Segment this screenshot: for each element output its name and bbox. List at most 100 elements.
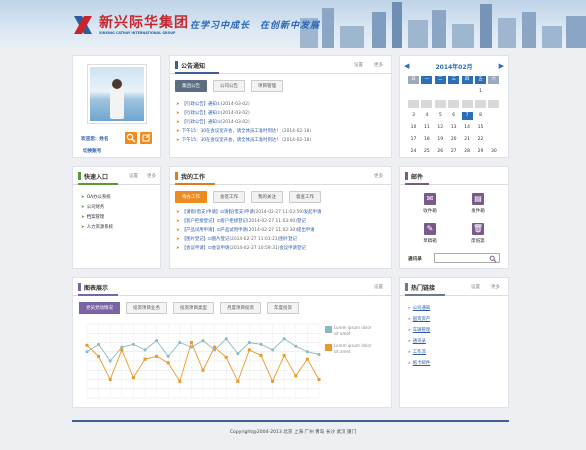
tab-countersign[interactable]: 会签工作: [213, 191, 245, 203]
calendar-day: [488, 112, 499, 120]
calendar-day: [408, 100, 419, 108]
list-item[interactable]: ➤ 下午15：30在会议室开会，请全体员工准时到达！ (2014-02-18): [176, 127, 390, 136]
my-work-panel: 我的工作 更多 待办工作 会签工作 我的关注 督查工作 ➤ 【请假(借支)申请】⊡…: [169, 166, 392, 269]
calendar-weekday: 一: [421, 76, 433, 84]
list-item[interactable]: ➤ 【请假(借支)申请】⊡请假(借支)申请(2014-02-27 11:03:59…: [176, 208, 390, 217]
list-item[interactable]: » 公司通知: [408, 303, 504, 314]
tab-investment-type[interactable]: 投资项目类型: [173, 302, 214, 314]
calendar-day[interactable]: 19: [435, 136, 446, 144]
list-item[interactable]: ➤ 【会议申请】⊡会议申请(2014-02-27 10:59:31)会议申请登记: [176, 244, 390, 253]
calendar-weekday: 日: [408, 76, 419, 84]
search-icon[interactable]: [125, 132, 137, 144]
more-link[interactable]: 更多: [374, 62, 383, 68]
quick-entry-panel: 快速入口 设置 更多 ➤ OA办公系统 ➤ 公司财务 ➤ 档案管理 ➤ 人力资源系统: [72, 166, 161, 269]
search-icon[interactable]: [489, 255, 497, 263]
contacts-search-input[interactable]: [434, 253, 500, 263]
list-item[interactable]: ➤ 【行政公告】通知②(2014-03-02): [176, 109, 390, 118]
list-item[interactable]: » 国资资产: [408, 314, 504, 325]
tab-group-notice[interactable]: 集团公告: [175, 80, 207, 92]
tab-annual-investment[interactable]: 年度投资: [267, 302, 299, 314]
list-item[interactable]: ➤ 下午15：30在会议室开会，请全体员工准时到达！ (2014-02-18): [176, 136, 390, 145]
list-item[interactable]: ➤ 档案管理: [81, 213, 159, 223]
calendar-day[interactable]: 4: [421, 112, 432, 120]
my-work-title: 我的工作: [181, 174, 206, 181]
list-item[interactable]: ➤ OA办公系统: [81, 193, 159, 203]
next-month-icon[interactable]: ▶: [499, 62, 504, 70]
list-item[interactable]: » 车辆管理: [408, 325, 504, 336]
calendar-day[interactable]: 14: [462, 124, 473, 132]
list-item[interactable]: ➤ 【产品试用申请】⊡产品试用申请(2014-02-27 11:02:30)提出申…: [176, 226, 390, 235]
calendar-day[interactable]: 24: [408, 148, 419, 156]
switch-account-link[interactable]: 切换账号: [83, 148, 101, 154]
inbox-button[interactable]: ✉ 收件箱: [410, 193, 450, 214]
settings-link[interactable]: 设置: [471, 284, 480, 290]
calendar-day[interactable]: 17: [408, 136, 419, 144]
calendar-day[interactable]: 25: [421, 148, 432, 156]
list-item[interactable]: ➤ 人力资源系统: [81, 223, 159, 233]
tab-company-notice[interactable]: 公司公告: [213, 80, 245, 92]
list-item[interactable]: ➤ 【图片登记】⊡图片登记(2014-02-27 11:01:21)图片登记: [176, 235, 390, 244]
contacts-label: 通讯录: [408, 257, 422, 262]
calendar-day: [488, 88, 499, 96]
list-item[interactable]: » 工作流: [408, 347, 504, 358]
data-point: [294, 374, 298, 378]
list-item[interactable]: ➤ 【行政公告】通知③(2014-03-02): [176, 118, 390, 127]
calendar-day[interactable]: 28: [462, 148, 473, 156]
calendar-day[interactable]: 30: [488, 148, 499, 156]
settings-link[interactable]: 设置: [354, 62, 363, 68]
work-list: ➤ 【请假(借支)申请】⊡请假(借支)申请(2014-02-27 11:03:59…: [176, 208, 390, 253]
list-item[interactable]: ➤ 【行政公告】通知①(2014-03-02): [176, 100, 390, 109]
settings-link[interactable]: 设置: [374, 284, 383, 290]
more-link[interactable]: 更多: [374, 173, 383, 179]
avatar[interactable]: [87, 64, 147, 124]
tab-monthly-investment[interactable]: 月度项目投资: [220, 302, 261, 314]
list-item[interactable]: ➤ 公司财务: [81, 203, 159, 213]
calendar-day[interactable]: 3: [408, 112, 419, 120]
more-link[interactable]: 更多: [491, 284, 500, 290]
calendar-weekday: 三: [448, 76, 460, 84]
settings-link[interactable]: 设置: [129, 173, 138, 179]
outbox-button[interactable]: ▤ 发件箱: [458, 193, 498, 214]
calendar-day[interactable]: 10: [408, 124, 419, 132]
skyline-building: [408, 20, 428, 48]
calendar-day[interactable]: 20: [448, 136, 459, 144]
data-point: [155, 339, 159, 343]
exit-icon[interactable]: [140, 132, 152, 144]
skyline-building: [480, 4, 492, 48]
tab-todo[interactable]: 待办工作: [175, 191, 207, 203]
tab-party-members[interactable]: 党员党动情况: [79, 302, 120, 314]
calendar-day[interactable]: 18: [421, 136, 432, 144]
tab-supervision[interactable]: 督查工作: [289, 191, 321, 203]
list-item[interactable]: » 通讯录: [408, 336, 504, 347]
tab-following[interactable]: 我的关注: [251, 191, 283, 203]
more-link[interactable]: 更多: [147, 173, 156, 179]
tab-project-management[interactable]: 项目管理: [251, 80, 283, 92]
data-point: [97, 342, 101, 346]
data-point: [85, 350, 89, 354]
calendar-day[interactable]: 1: [475, 88, 486, 96]
calendar-day[interactable]: 6: [448, 112, 459, 120]
calendar-day[interactable]: 11: [421, 124, 432, 132]
panel-marker: [175, 61, 178, 69]
calendar-day[interactable]: 13: [448, 124, 459, 132]
calendar-day[interactable]: 15: [475, 124, 486, 132]
data-point: [155, 354, 159, 358]
calendar-weekday: 六: [488, 76, 500, 84]
calendar-day[interactable]: 27: [448, 148, 459, 156]
calendar-day[interactable]: 8: [475, 112, 486, 120]
list-item[interactable]: ➤ 【客户拒接登记】⊡客户拒接登记(2014-02-27 11:03:00)登记: [176, 217, 390, 226]
trash-button[interactable]: 🗑 废纸篓: [458, 223, 498, 244]
list-item[interactable]: » 纸卡邮件: [408, 358, 504, 369]
skyline-building: [522, 12, 536, 48]
calendar-month-title: 2014年02月: [435, 64, 473, 71]
calendar-day[interactable]: 5: [435, 112, 446, 120]
calendar-day[interactable]: 26: [435, 148, 446, 156]
drafts-button[interactable]: ✎ 草稿箱: [410, 223, 450, 244]
calendar-day[interactable]: 12: [435, 124, 446, 132]
calendar-day[interactable]: 22: [475, 136, 486, 144]
calendar-day[interactable]: 7: [461, 112, 473, 120]
tab-investment-business[interactable]: 投资项目业务: [126, 302, 167, 314]
page-header: 新兴际华集团 XINXING CATHAY INTERNATIONAL GROU…: [0, 0, 586, 48]
calendar-day[interactable]: 29: [475, 148, 486, 156]
calendar-day[interactable]: 21: [462, 136, 473, 144]
